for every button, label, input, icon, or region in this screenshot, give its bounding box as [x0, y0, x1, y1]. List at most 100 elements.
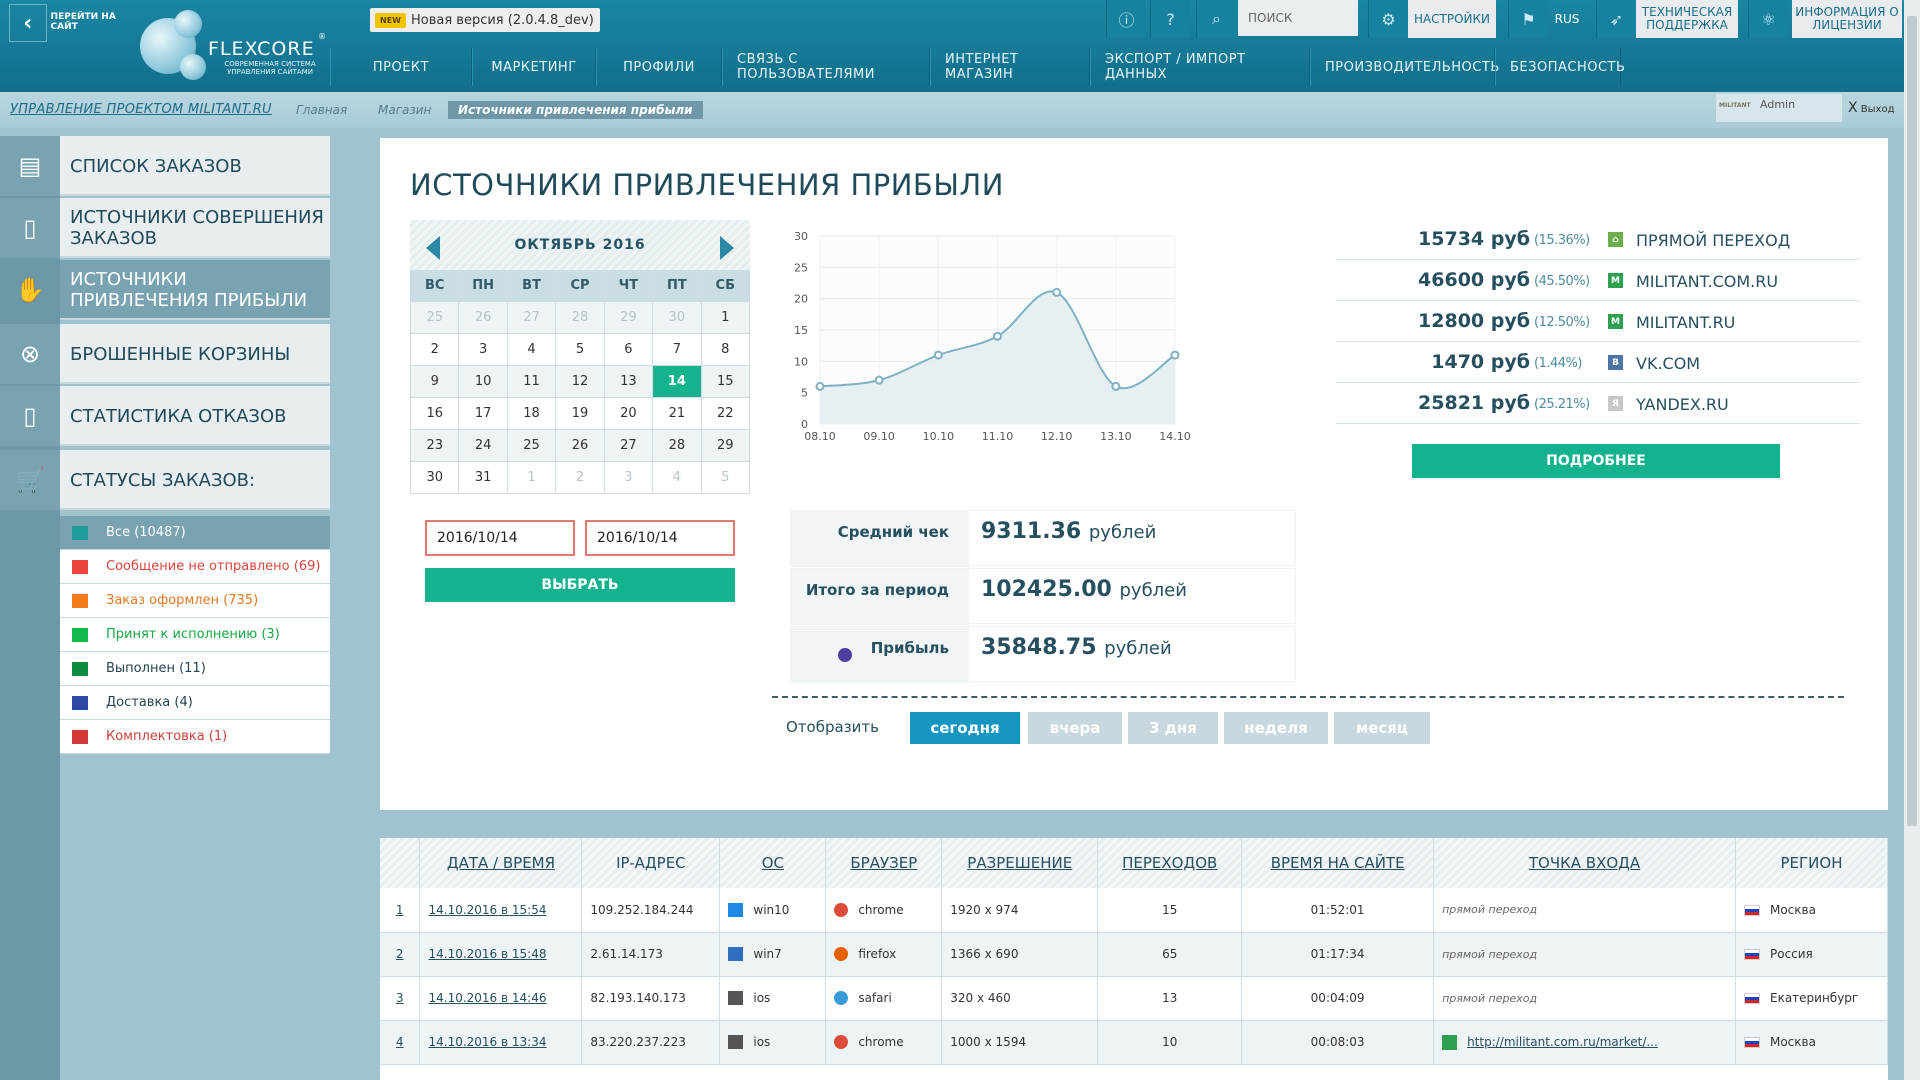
calendar-day[interactable]: 25	[411, 302, 460, 334]
date-from-input[interactable]: 2016/10/14	[425, 520, 575, 556]
calendar-day[interactable]: 26	[459, 302, 508, 334]
sidebar-item-order-statuses[interactable]: 🛒 СТАТУСЫ ЗАКАЗОВ:	[0, 450, 330, 510]
calendar-day[interactable]: 20	[604, 398, 654, 430]
nav-performance[interactable]: ПРОИЗВОДИТЕЛЬНОСТЬ	[1310, 48, 1499, 86]
scrollbar-thumb[interactable]	[1907, 16, 1917, 826]
license-button[interactable]: ⚛	[1748, 0, 1788, 38]
logout-button[interactable]: X Выход	[1848, 100, 1895, 116]
calendar-day[interactable]: 30	[411, 462, 460, 494]
nav-export-import[interactable]: ЭКСПОРТ / ИМПОРТ ДАННЫХ	[1090, 48, 1310, 86]
nav-online-store[interactable]: ИНТЕРНЕТ МАГАЗИН	[930, 48, 1090, 86]
calendar-day-selected[interactable]: 14	[653, 366, 702, 398]
calendar-day[interactable]: 13	[604, 366, 654, 398]
col-os[interactable]: ОС	[719, 838, 827, 888]
status-filter-done[interactable]: Выполнен (11)	[60, 652, 330, 686]
row-number-link[interactable]: 3	[396, 991, 404, 1005]
breadcrumb-home[interactable]: Главная	[286, 101, 357, 119]
calendar-day[interactable]: 8	[701, 334, 750, 366]
calendar-day[interactable]: 10	[459, 366, 508, 398]
calendar-day[interactable]: 28	[653, 430, 702, 462]
breadcrumb-store[interactable]: Магазин	[368, 101, 441, 119]
language-button[interactable]: ⚑	[1508, 0, 1548, 38]
support-link[interactable]: ТЕХНИЧЕСКАЯ ПОДДЕРЖКА	[1636, 0, 1738, 38]
col-browser[interactable]: БРАУЗЕР	[825, 838, 943, 888]
sidebar-item-bounce-stats[interactable]: ▯ СТАТИСТИКА ОТКАЗОВ	[0, 386, 330, 446]
sidebar-item-orders-list[interactable]: ▤ СПИСОК ЗАКАЗОВ	[0, 136, 330, 196]
calendar-day[interactable]: 3	[604, 462, 654, 494]
calendar-day[interactable]: 26	[556, 430, 605, 462]
version-notice[interactable]: NEW Новая версия (2.0.4.8_dev)	[370, 8, 600, 32]
nav-security[interactable]: БЕЗОПАСНОСТЬ	[1495, 48, 1625, 86]
project-title-link[interactable]: УПРАВЛЕНИЕ ПРОЕКТОМ MILITANT.RU	[10, 102, 272, 117]
calendar-day[interactable]: 25	[507, 430, 557, 462]
calendar-day[interactable]: 27	[604, 430, 654, 462]
sidebar-item-profit-sources[interactable]: ✋ ИСТОЧНИКИ ПРИВЛЕЧЕНИЯ ПРИБЫЛИ	[0, 260, 330, 320]
calendar-day[interactable]: 1	[701, 302, 750, 334]
calendar-prev-icon[interactable]	[426, 236, 440, 260]
calendar-day[interactable]: 15	[701, 366, 750, 398]
calendar-day[interactable]: 29	[604, 302, 654, 334]
goto-site-link[interactable]: ‹ ПЕРЕЙТИ НА САЙТ	[0, 0, 140, 44]
calendar-day[interactable]: 22	[701, 398, 750, 430]
license-link[interactable]: ИНФОРМАЦИЯ О ЛИЦЕНЗИИ	[1792, 0, 1902, 38]
calendar-day[interactable]: 24	[459, 430, 508, 462]
col-time-on-site[interactable]: ВРЕМЯ НА САЙТЕ	[1241, 838, 1435, 888]
row-number-link[interactable]: 1	[396, 903, 404, 917]
calendar-day[interactable]: 1	[507, 462, 557, 494]
calendar-day[interactable]: 28	[556, 302, 605, 334]
status-filter-delivery[interactable]: Доставка (4)	[60, 686, 330, 720]
info-button[interactable]: ⓘ	[1106, 0, 1146, 38]
period-3days-button[interactable]: 3 дня	[1128, 712, 1218, 744]
col-visits[interactable]: ПЕРЕХОДОВ	[1097, 838, 1243, 888]
calendar-day[interactable]: 5	[701, 462, 750, 494]
calendar-day[interactable]: 11	[507, 366, 557, 398]
calendar-day[interactable]: 2	[411, 334, 460, 366]
language-label[interactable]: RUS	[1548, 0, 1586, 38]
row-number-link[interactable]: 4	[396, 1035, 404, 1049]
calendar-day[interactable]: 12	[556, 366, 605, 398]
help-button[interactable]: ?	[1150, 0, 1190, 38]
entry-point-link[interactable]: http://militant.com.ru/market/...	[1467, 1035, 1658, 1049]
calendar-day[interactable]: 27	[507, 302, 557, 334]
settings-link[interactable]: НАСТРОЙКИ	[1408, 0, 1496, 38]
row-number-link[interactable]: 2	[396, 947, 404, 961]
sidebar-item-order-sources[interactable]: ▯ ИСТОЧНИКИ СОВЕРШЕНИЯ ЗАКАЗОВ	[0, 198, 330, 258]
date-link[interactable]: 14.10.2016 в 13:34	[428, 1035, 546, 1049]
period-today-button[interactable]: сегодня	[910, 712, 1020, 744]
calendar-day[interactable]: 4	[653, 462, 702, 494]
date-link[interactable]: 14.10.2016 в 14:46	[428, 991, 546, 1005]
calendar-day[interactable]: 31	[459, 462, 508, 494]
calendar-day[interactable]: 3	[459, 334, 508, 366]
status-filter-placed[interactable]: Заказ оформлен (735)	[60, 584, 330, 618]
status-filter-all[interactable]: Все (10487)	[60, 516, 330, 550]
settings-button[interactable]: ⚙	[1368, 0, 1408, 38]
calendar-day[interactable]: 16	[411, 398, 460, 430]
flexcore-logo[interactable]: FLEXCORE СОВРЕМЕННАЯ СИСТЕМА УПРАВЛЕНИЯ …	[136, 10, 332, 90]
period-month-button[interactable]: месяц	[1334, 712, 1430, 744]
col-entry-point[interactable]: ТОЧКА ВХОДА	[1433, 838, 1736, 888]
calendar-day[interactable]: 18	[507, 398, 557, 430]
date-link[interactable]: 14.10.2016 в 15:48	[428, 947, 546, 961]
calendar-day[interactable]: 19	[556, 398, 605, 430]
calendar-day[interactable]: 2	[556, 462, 605, 494]
period-week-button[interactable]: неделя	[1224, 712, 1328, 744]
search-button[interactable]: ⌕	[1196, 0, 1236, 38]
period-yesterday-button[interactable]: вчера	[1028, 712, 1122, 744]
support-button[interactable]: ➶	[1596, 0, 1636, 38]
page-scrollbar[interactable]	[1904, 0, 1920, 1080]
search-input[interactable]: ПОИСК	[1238, 0, 1358, 36]
calendar-day[interactable]: 21	[653, 398, 702, 430]
nav-marketing[interactable]: МАРКЕТИНГ	[472, 48, 596, 86]
nav-communication[interactable]: СВЯЗЬ С ПОЛЬЗОВАТЕЛЯМИ	[722, 48, 930, 86]
calendar-day[interactable]: 7	[653, 334, 702, 366]
nav-project[interactable]: ПРОЕКТ	[330, 48, 472, 86]
user-box[interactable]: MILITANT Admin	[1716, 94, 1842, 122]
status-filter-accepted[interactable]: Принят к исполнению (3)	[60, 618, 330, 652]
nav-profiles[interactable]: ПРОФИЛИ	[596, 48, 722, 86]
status-filter-packing[interactable]: Комплектовка (1)	[60, 720, 330, 754]
date-to-input[interactable]: 2016/10/14	[585, 520, 735, 556]
calendar-day[interactable]: 6	[604, 334, 654, 366]
calendar-day[interactable]: 30	[653, 302, 702, 334]
calendar-day[interactable]: 5	[556, 334, 605, 366]
date-link[interactable]: 14.10.2016 в 15:54	[428, 903, 546, 917]
